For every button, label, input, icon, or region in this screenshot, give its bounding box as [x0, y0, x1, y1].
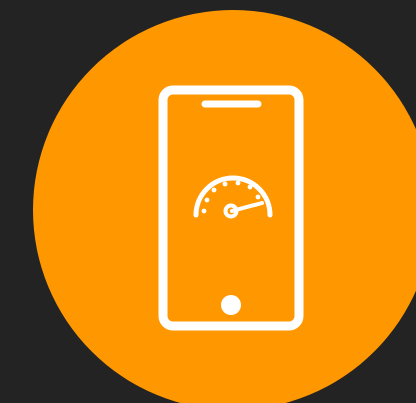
home-button-icon	[221, 295, 241, 315]
speedometer-icon	[193, 175, 273, 219]
mobile-speed-test-icon	[158, 85, 304, 331]
icon-canvas	[0, 0, 416, 403]
smartphone-outline-icon	[158, 85, 304, 331]
